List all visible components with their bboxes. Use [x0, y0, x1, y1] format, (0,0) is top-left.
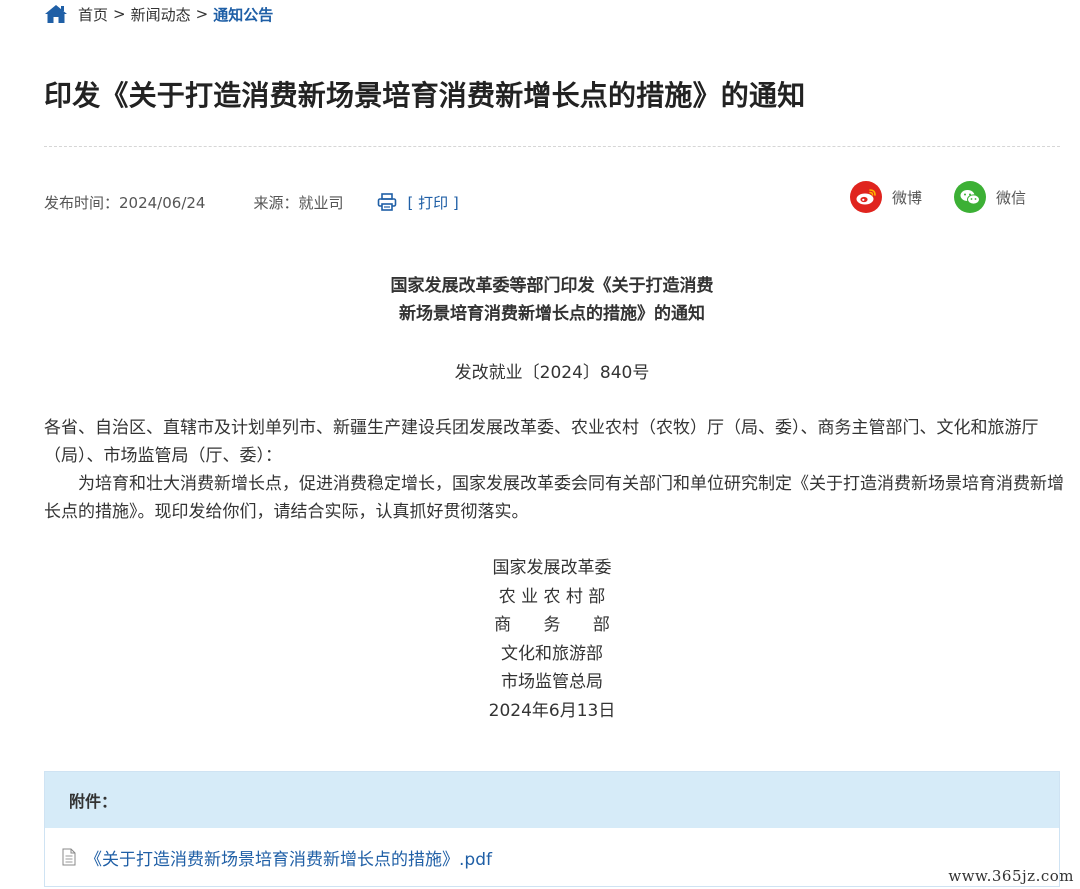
- article-source: 来源：就业司: [253, 193, 344, 212]
- watermark: www.365jz.com: [948, 867, 1074, 885]
- document-addressees: 各省、自治区、直辖市及计划单列市、新疆生产建设兵团发展改革委、农业农村（农牧）厅…: [44, 418, 1039, 466]
- wechat-icon: [954, 181, 986, 213]
- breadcrumb-home-link[interactable]: 首页: [78, 4, 108, 25]
- page-title: 印发《关于打造消费新场景培育消费新增长点的措施》的通知: [44, 79, 806, 112]
- share-weibo-label: 微博: [892, 188, 923, 207]
- attachment-item: 《关于打造消费新场景培育消费新增长点的措施》.pdf: [45, 828, 1059, 886]
- share-wechat-label: 微信: [996, 188, 1027, 207]
- print-button[interactable]: [ 打印 ]: [377, 192, 459, 213]
- publish-time: 发布时间：2024/06/24: [44, 193, 206, 212]
- signature-line: 市场监管总局: [501, 672, 603, 692]
- signature-line: 农 业 农 村 部: [498, 586, 606, 607]
- printer-icon: [377, 193, 397, 211]
- signature-line: 国家发展改革委: [492, 558, 612, 578]
- breadcrumb-current-link[interactable]: 通知公告: [213, 4, 273, 25]
- breadcrumb: 首页 > 新闻动态 > 通知公告: [44, 2, 273, 26]
- file-icon: [61, 848, 77, 866]
- document-body: 各省、自治区、直辖市及计划单列市、新疆生产建设兵团发展改革委、农业农村（农牧）厅…: [44, 414, 1064, 526]
- breadcrumb-separator: >: [195, 5, 209, 23]
- signature-line: 商 务 部: [494, 615, 610, 635]
- title-divider: [44, 146, 1060, 147]
- document-date: 2024年6月13日: [488, 700, 616, 721]
- document-signatures: 国家发展改革委 农 业 农 村 部 商 务 部 文化和旅游部 市场监管总局 20…: [0, 554, 1080, 725]
- weibo-icon: [850, 181, 882, 213]
- attachments-panel: 附件： 《关于打造消费新场景培育消费新增长点的措施》.pdf: [44, 771, 1060, 887]
- signature-line: 文化和旅游部: [501, 643, 603, 664]
- attachments-header: 附件：: [45, 772, 1059, 828]
- document-paragraph: 为培育和壮大消费新增长点，促进消费稳定增长，国家发展改革委会同有关部门和单位研究…: [44, 474, 1064, 522]
- attachment-link[interactable]: 《关于打造消费新场景培育消费新增长点的措施》.pdf: [85, 845, 492, 870]
- home-icon[interactable]: [44, 3, 68, 25]
- breadcrumb-news-link[interactable]: 新闻动态: [131, 4, 191, 25]
- document-heading-line: 国家发展改革委等部门印发《关于打造消费: [390, 276, 714, 296]
- share-weibo-button[interactable]: 微博: [850, 181, 922, 213]
- print-label: [ 打印 ]: [407, 193, 459, 212]
- document-number: 发改就业〔2024〕840号: [454, 363, 650, 383]
- article-meta: 发布时间：2024/06/24 来源：就业司 [ 打印 ]: [44, 190, 459, 214]
- share-wechat-button[interactable]: 微信: [954, 181, 1026, 213]
- document-heading: 国家发展改革委等部门印发《关于打造消费 新场景培育消费新增长点的措施》的通知: [0, 272, 1080, 328]
- breadcrumb-separator: >: [113, 5, 126, 23]
- document-heading-line: 新场景培育消费新增长点的措施》的通知: [399, 304, 705, 324]
